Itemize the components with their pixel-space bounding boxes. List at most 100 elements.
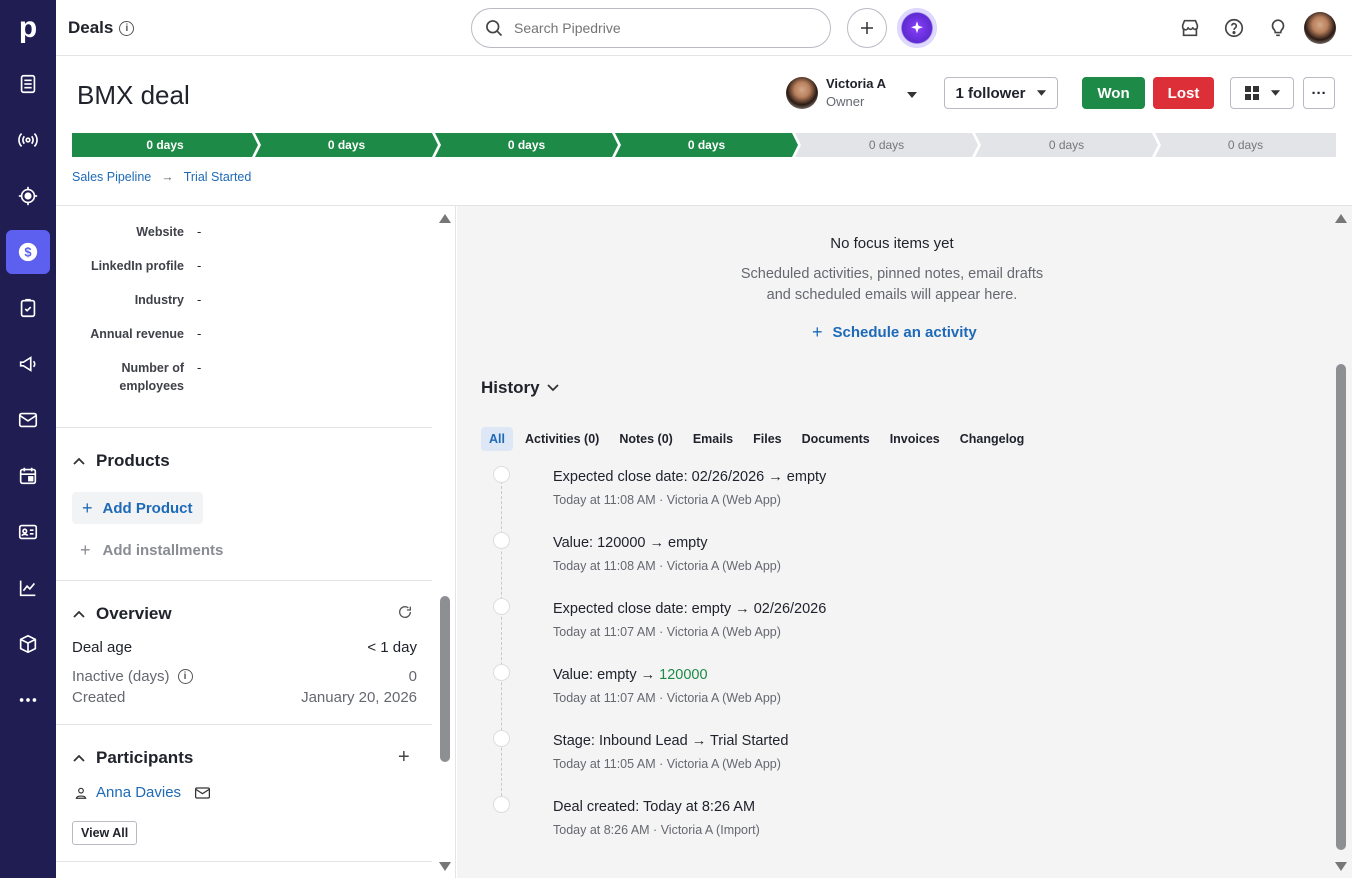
deal-age-row: Deal age < 1 day bbox=[72, 639, 417, 656]
participant-item[interactable]: Anna Davies bbox=[74, 784, 211, 801]
entry-field: Deal created bbox=[553, 799, 636, 815]
search-box[interactable] bbox=[471, 8, 831, 48]
field-value-annual-revenue[interactable]: - bbox=[197, 326, 201, 341]
plus-icon: + bbox=[82, 497, 93, 518]
field-value-website[interactable]: - bbox=[197, 224, 201, 239]
participants-section-header[interactable]: Participants bbox=[72, 748, 193, 768]
breadcrumb-pipeline[interactable]: Sales Pipeline bbox=[72, 170, 151, 184]
search-input[interactable] bbox=[514, 20, 794, 36]
schedule-activity-button[interactable]: + Schedule an activity bbox=[812, 322, 977, 343]
breadcrumb-stage[interactable]: Trial Started bbox=[184, 170, 252, 184]
history-header[interactable]: History bbox=[481, 378, 560, 398]
owner-caret-icon[interactable] bbox=[906, 90, 918, 100]
campaigns-icon[interactable] bbox=[6, 342, 50, 386]
products-icon[interactable] bbox=[6, 622, 50, 666]
entry-to: empty bbox=[786, 469, 827, 485]
quick-add-button[interactable] bbox=[847, 8, 887, 48]
history-entry-title: Deal created: Today at 8:26 AM bbox=[553, 799, 756, 815]
inactive-row: Inactive (days) i 0 bbox=[72, 668, 417, 685]
add-participant-plus-icon[interactable]: + bbox=[398, 746, 410, 769]
schedule-activity-label: Schedule an activity bbox=[832, 324, 977, 341]
timeline-dot bbox=[493, 532, 510, 549]
right-scrollbar[interactable] bbox=[1334, 206, 1348, 878]
mail-icon[interactable] bbox=[195, 786, 211, 799]
history-entry-title: Value: 120000 → empty bbox=[553, 535, 708, 551]
refresh-icon[interactable] bbox=[397, 604, 413, 620]
activities-icon[interactable] bbox=[6, 286, 50, 330]
follower-button[interactable]: 1 follower bbox=[944, 77, 1058, 109]
entry-field: Value bbox=[553, 535, 590, 551]
leads-icon[interactable] bbox=[6, 62, 50, 106]
field-label-annual-revenue: Annual revenue bbox=[90, 327, 184, 341]
field-value-industry[interactable]: - bbox=[197, 292, 201, 307]
owner-selector[interactable]: Victoria A Owner bbox=[786, 76, 886, 109]
created-value: January 20, 2026 bbox=[301, 689, 417, 706]
info-icon[interactable]: i bbox=[119, 20, 135, 36]
view-switcher-button[interactable] bbox=[1230, 77, 1294, 109]
tab-activities[interactable]: Activities (0) bbox=[517, 427, 607, 451]
timeline-dot bbox=[493, 466, 510, 483]
pipeline-stage-7[interactable]: 0 days bbox=[1155, 133, 1336, 157]
inactive-label: Inactive (days) bbox=[72, 668, 170, 685]
entry-field: Expected close date bbox=[553, 469, 684, 485]
lost-button[interactable]: Lost bbox=[1153, 77, 1214, 109]
view-all-button[interactable]: View All bbox=[72, 821, 138, 845]
participant-name[interactable]: Anna Davies bbox=[96, 784, 181, 801]
left-scrollbar[interactable] bbox=[438, 206, 452, 878]
pipeline-stage-2[interactable]: 0 days bbox=[255, 133, 438, 157]
products-section-header[interactable]: Products bbox=[72, 451, 170, 471]
won-button[interactable]: Won bbox=[1082, 77, 1145, 109]
add-product-button[interactable]: + Add Product bbox=[72, 492, 203, 524]
tab-documents[interactable]: Documents bbox=[794, 427, 878, 451]
divider bbox=[56, 427, 432, 428]
info-icon[interactable]: i bbox=[177, 669, 193, 684]
tab-files[interactable]: Files bbox=[745, 427, 790, 451]
products-title: Products bbox=[96, 451, 170, 470]
insights-icon[interactable] bbox=[6, 566, 50, 610]
tab-notes[interactable]: Notes (0) bbox=[611, 427, 680, 451]
more-icon[interactable] bbox=[6, 678, 50, 722]
marketplace-icon[interactable] bbox=[1178, 16, 1202, 40]
search-icon bbox=[486, 20, 503, 37]
timeline-dot bbox=[493, 664, 510, 681]
target-icon[interactable] bbox=[6, 174, 50, 218]
focus-desc-line1: Scheduled activities, pinned notes, emai… bbox=[740, 266, 1044, 282]
tab-invoices[interactable]: Invoices bbox=[882, 427, 948, 451]
pipeline-stage-3[interactable]: 0 days bbox=[435, 133, 618, 157]
pipedrive-logo[interactable]: p bbox=[0, 0, 56, 56]
chevron-up-icon bbox=[73, 754, 85, 762]
user-avatar[interactable] bbox=[1304, 12, 1336, 44]
field-value-employees[interactable]: - bbox=[197, 360, 201, 375]
pipeline-stage-1[interactable]: 0 days bbox=[72, 133, 258, 157]
plus-icon bbox=[861, 22, 873, 34]
entry-to: 02/26/2026 bbox=[753, 601, 827, 617]
help-icon[interactable] bbox=[1222, 16, 1246, 40]
pipeline-stage-5[interactable]: 0 days bbox=[795, 133, 978, 157]
timeline-line bbox=[501, 476, 502, 806]
mail-icon[interactable] bbox=[6, 398, 50, 442]
tab-all[interactable]: All bbox=[481, 427, 513, 451]
tab-emails[interactable]: Emails bbox=[685, 427, 741, 451]
field-value-linkedin[interactable]: - bbox=[197, 258, 201, 273]
tab-changelog[interactable]: Changelog bbox=[952, 427, 1033, 451]
inactive-value: 0 bbox=[408, 668, 417, 685]
field-label-employees: Number of employees bbox=[119, 361, 184, 393]
history-entry-meta: Today at 8:26 AM · Victoria A (Import) bbox=[553, 823, 760, 837]
history-title: History bbox=[481, 378, 540, 397]
deals-icon[interactable]: $ bbox=[6, 230, 50, 274]
person-icon bbox=[75, 787, 87, 799]
add-installments-button[interactable]: + Add installments bbox=[80, 540, 223, 561]
pipeline-stage-6[interactable]: 0 days bbox=[975, 133, 1158, 157]
ai-assistant-button[interactable] bbox=[897, 8, 937, 48]
lightbulb-icon[interactable] bbox=[1266, 16, 1290, 40]
more-actions-button[interactable]: ··· bbox=[1303, 77, 1335, 109]
focus-empty-title: No focus items yet bbox=[830, 235, 954, 252]
entry-from: 120000 bbox=[597, 535, 646, 551]
broadcast-icon[interactable] bbox=[6, 118, 50, 162]
pipeline-stage-4[interactable]: 0 days bbox=[615, 133, 798, 157]
overview-title: Overview bbox=[96, 604, 172, 623]
left-nav: p $ bbox=[0, 0, 56, 878]
overview-section-header[interactable]: Overview bbox=[72, 604, 172, 624]
contacts-icon[interactable] bbox=[6, 510, 50, 554]
calendar-icon[interactable] bbox=[6, 454, 50, 498]
